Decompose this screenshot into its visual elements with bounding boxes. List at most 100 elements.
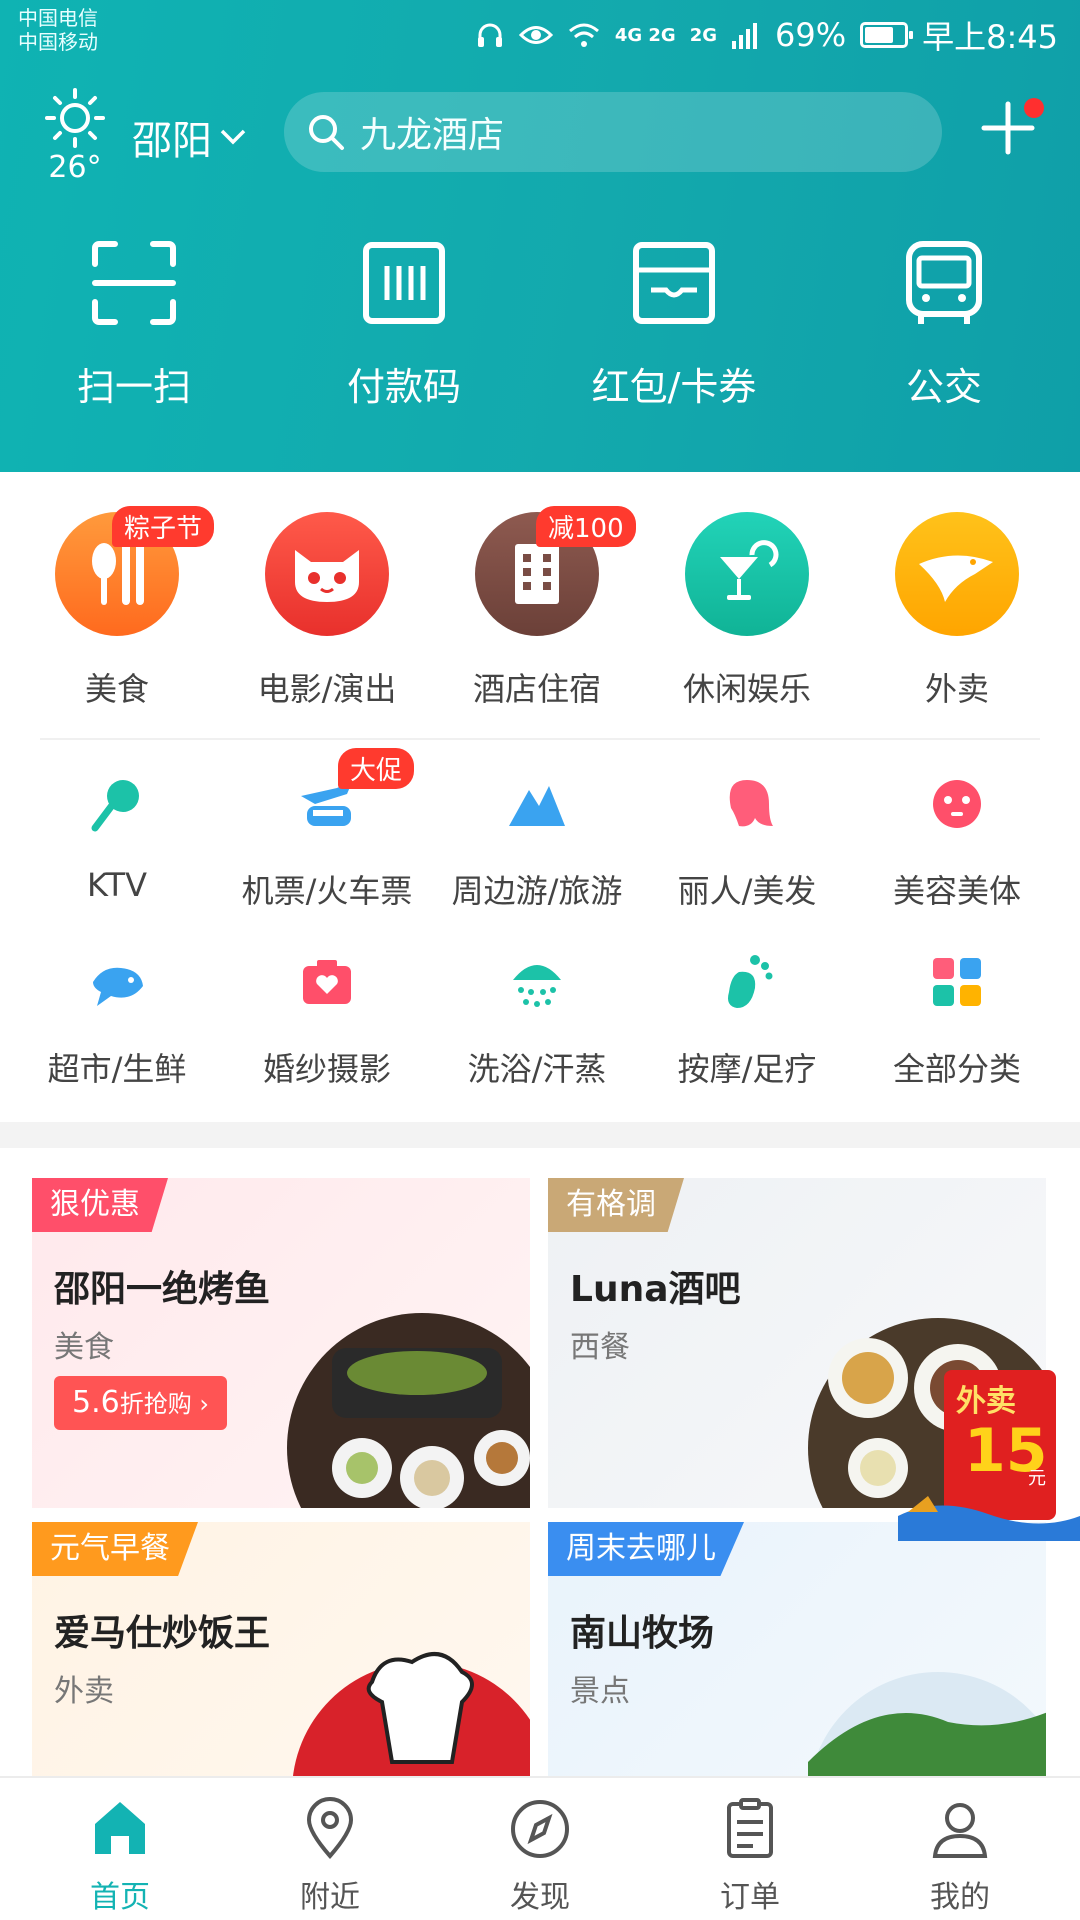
subcat-ktv[interactable]: KTV [12, 774, 222, 904]
tab-label: 我的 [930, 1880, 990, 1915]
promo-unit: 元 [1028, 1468, 1046, 1489]
deal-button[interactable]: 5.6折抢购 › [54, 1376, 227, 1430]
subcat-label: 超市/生鲜 [47, 1050, 187, 1088]
add-button[interactable] [978, 98, 1044, 158]
cocktail-icon [685, 512, 809, 636]
category-movies[interactable]: 电影/演出 [222, 512, 432, 710]
tab-orders[interactable]: 订单 [660, 1796, 840, 1916]
eye-icon [518, 26, 553, 44]
quick-action-paycode[interactable]: 付款码 [304, 240, 504, 411]
search-placeholder: 九龙酒店 [360, 115, 505, 156]
carrier-info: 中国电信 中国移动 [18, 6, 98, 54]
camera-heart-icon [303, 960, 351, 1004]
home-icon [95, 1802, 145, 1854]
subcat-label: 周边游/旅游 [451, 872, 623, 910]
user-icon [932, 1803, 988, 1858]
subcat-supermarket[interactable]: 超市/生鲜 [12, 952, 222, 1090]
coupon-icon [633, 242, 715, 324]
category-hotel[interactable]: 减100 酒店住宿 [432, 506, 642, 710]
carrier-2: 中国移动 [18, 30, 98, 54]
category-label: 电影/演出 [257, 670, 397, 708]
tab-discover[interactable]: 发现 [450, 1796, 630, 1916]
card-tag: 元气早餐 [32, 1522, 198, 1576]
category-label: 酒店住宿 [472, 670, 601, 708]
signal-icon [732, 23, 757, 49]
tab-nearby[interactable]: 附近 [240, 1796, 420, 1916]
clipboard-icon [727, 1798, 773, 1858]
bottom-tab-bar: 首页 附近 发现 订单 我的 [0, 1776, 1080, 1920]
grilled-fish-image [287, 1313, 530, 1508]
search-bar[interactable]: 九龙酒店 [284, 92, 942, 172]
carrier-1: 中国电信 [18, 6, 98, 30]
face-mask-icon [933, 780, 981, 828]
fish-icon [93, 967, 143, 1006]
kangaroo-icon [895, 512, 1019, 636]
compass-icon [511, 1800, 569, 1858]
woman-head-icon [729, 780, 773, 827]
clock: 早上8:45 [922, 18, 1058, 56]
category-label: 休闲娱乐 [682, 670, 811, 708]
category-badge: 粽子节 [112, 506, 215, 547]
subcat-label: 全部分类 [892, 1050, 1021, 1088]
promo-label: 外卖 [956, 1384, 1016, 1419]
header: 中国电信 中国移动 4G 2G 2G 69% 早上8:45 26° 邵阳 九龙酒… [0, 0, 1080, 472]
quick-action-label: 公交 [905, 365, 982, 409]
subcat-cosmetics[interactable]: 美容美体 [852, 774, 1062, 912]
takeout-promo-badge[interactable]: 外卖 15 元 [898, 1366, 1080, 1541]
card-subtitle: 美食 [54, 1330, 114, 1365]
pasture-image [808, 1672, 1046, 1782]
footprint-icon [728, 955, 773, 1008]
card-tag: 周末去哪儿 [548, 1522, 744, 1576]
card-tag: 有格调 [548, 1178, 684, 1232]
subcat-bath-sauna[interactable]: 洗浴/汗蒸 [432, 952, 642, 1090]
weather-widget[interactable]: 26° [40, 86, 110, 185]
subcat-badge: 大促 [338, 748, 415, 789]
network-type-1: 4G 2G [614, 24, 676, 46]
subcat-travel[interactable]: 周边游/旅游 [432, 774, 642, 912]
quick-action-label: 扫一扫 [76, 365, 191, 409]
subcat-tickets[interactable]: 大促 机票/火车票 [222, 748, 432, 912]
bus-icon [906, 241, 982, 324]
barcode-icon [363, 242, 445, 324]
tab-mine[interactable]: 我的 [870, 1796, 1050, 1916]
status-bar: 中国电信 中国移动 4G 2G 2G 69% 早上8:45 [0, 0, 1080, 64]
section-gap [0, 1122, 1080, 1148]
city-selector[interactable]: 邵阳 [132, 108, 248, 166]
deal-text: 折抢购 › [119, 1390, 209, 1418]
notification-dot [1024, 98, 1044, 118]
quick-action-bus[interactable]: 公交 [844, 240, 1044, 411]
card-subtitle: 西餐 [570, 1330, 630, 1365]
headphones-icon [477, 23, 502, 47]
temperature: 26° [48, 150, 102, 185]
tab-label: 首页 [90, 1880, 150, 1915]
city-name: 邵阳 [132, 118, 212, 164]
status-icons: 4G 2G 2G 69% 早上8:45 [475, 12, 1058, 58]
chevron-down-icon [220, 129, 246, 145]
subcat-massage[interactable]: 按摩/足疗 [642, 952, 852, 1090]
subcat-label: 美容美体 [892, 872, 1021, 910]
category-food[interactable]: 粽子节 美食 [12, 506, 222, 710]
subcat-beauty-hair[interactable]: 丽人/美发 [642, 774, 852, 912]
card-title: 邵阳一绝烤鱼 [54, 1269, 271, 1310]
feature-card-fish[interactable]: 狠优惠 邵阳一绝烤鱼 美食 5.6折抢购 › [32, 1178, 530, 1508]
category-leisure[interactable]: 休闲娱乐 [642, 512, 852, 710]
card-title: 南山牧场 [570, 1613, 715, 1654]
shower-icon [513, 965, 561, 1007]
quick-action-coupons[interactable]: 红包/卡券 [574, 240, 774, 411]
card-subtitle: 景点 [570, 1674, 630, 1709]
quick-action-scan[interactable]: 扫一扫 [34, 240, 234, 411]
category-takeout[interactable]: 外卖 [852, 512, 1062, 710]
subcat-all[interactable]: 全部分类 [852, 952, 1062, 1090]
mountain-icon [509, 786, 565, 826]
tab-home[interactable]: 首页 [30, 1796, 210, 1916]
microphone-icon [91, 780, 139, 832]
category-label: 美食 [84, 670, 149, 708]
subcat-wedding-photo[interactable]: 婚纱摄影 [222, 952, 432, 1090]
card-tag: 狠优惠 [32, 1178, 168, 1232]
card-subtitle: 外卖 [54, 1674, 114, 1709]
cat-face-icon [265, 512, 389, 636]
battery-percent: 69% [775, 16, 847, 54]
scan-icon [92, 241, 176, 325]
quick-action-label: 红包/卡券 [591, 365, 757, 409]
subcat-label: 机票/火车票 [241, 872, 413, 910]
